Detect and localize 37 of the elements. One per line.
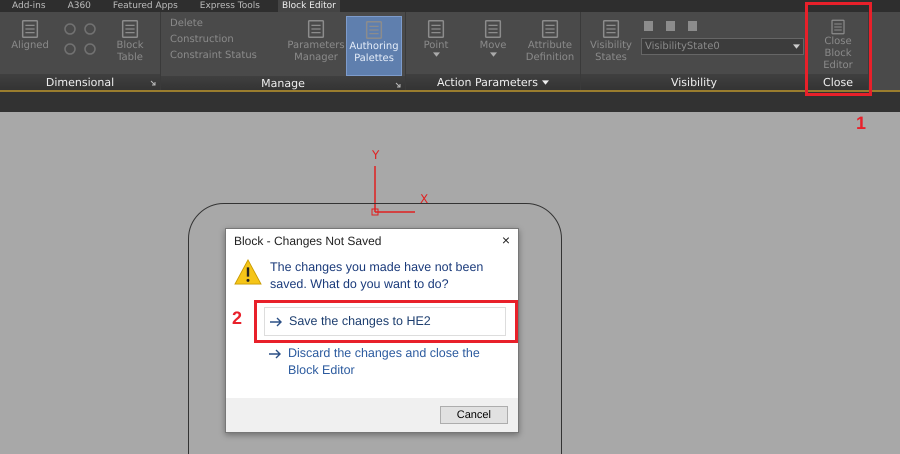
- dialog-title: Block - Changes Not Saved: [234, 234, 382, 248]
- command-link[interactable]: Discard the changes and close the Block Editor: [264, 340, 506, 384]
- caret-icon: [432, 52, 440, 57]
- tool-icon: [363, 19, 385, 41]
- dialog-message: The changes you made have not been saved. What do you want to do?: [270, 259, 484, 293]
- tool-icon: [600, 18, 622, 40]
- ribbon-tab[interactable]: A360: [64, 0, 95, 12]
- arrow-icon: [269, 317, 283, 327]
- panel-title: Action Parameters: [437, 76, 538, 88]
- ribbon-tab[interactable]: Block Editor: [278, 0, 340, 12]
- caret-icon: [490, 52, 496, 57]
- cancel-button[interactable]: Cancel: [440, 406, 508, 424]
- tool-icon: [19, 18, 41, 40]
- axis-label: X: [420, 192, 428, 206]
- command-link[interactable]: Save the changes to HE2: [264, 307, 506, 336]
- annotation-number: 1: [856, 113, 866, 134]
- panel-title: Manage: [261, 76, 305, 90]
- tool-icon: [425, 18, 447, 40]
- axis-label: Y: [372, 148, 380, 162]
- warning-icon: [234, 259, 262, 285]
- panel-title: Dimensional: [46, 76, 114, 88]
- launcher-icon[interactable]: [395, 82, 401, 88]
- caret-icon[interactable]: [542, 80, 549, 84]
- ribbon-tab[interactable]: Featured Apps: [108, 0, 182, 12]
- caret-icon: [793, 44, 800, 49]
- ribbon-tab[interactable]: Add-ins: [8, 0, 50, 12]
- tool-icon: [119, 18, 141, 40]
- tool-icon: [539, 18, 561, 40]
- ribbon-tab[interactable]: Express Tools: [196, 0, 264, 12]
- tool-icon: [482, 18, 504, 40]
- launcher-icon[interactable]: [150, 80, 156, 86]
- panel-title: Visibility: [670, 76, 718, 88]
- panel-title: Close: [823, 76, 853, 88]
- arrow-icon: [268, 349, 282, 359]
- tool-icon: [305, 18, 327, 40]
- annotation-number: 2: [232, 308, 242, 329]
- close-button[interactable]: ×: [502, 234, 510, 248]
